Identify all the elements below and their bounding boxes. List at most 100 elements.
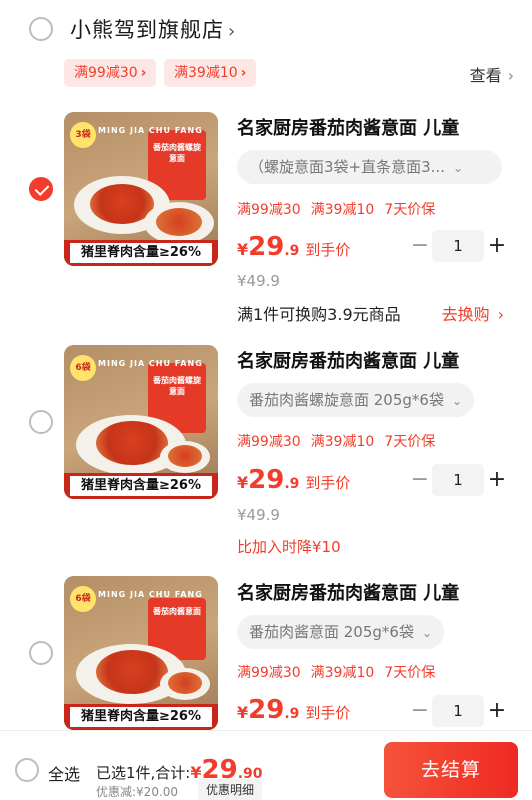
promo-tag: 满99减30	[237, 434, 301, 450]
item-select-checkbox[interactable]	[29, 641, 53, 665]
pack-count-badge: 6袋	[70, 586, 96, 612]
price-decimal: .9	[284, 706, 300, 722]
original-price: ¥49.9	[237, 272, 280, 290]
quantity-input[interactable]: 1	[432, 230, 484, 262]
product-title[interactable]: 名家厨房番茄肉酱意面 儿童	[237, 114, 459, 140]
pack-count-badge: 6袋	[70, 355, 96, 381]
chevron-right-icon: ›	[240, 65, 247, 81]
package-label: 番茄肉酱意面	[153, 607, 201, 616]
coupon-label: 满39减10	[174, 65, 238, 81]
pasta-shape	[96, 421, 168, 465]
product-image[interactable]: 番茄肉酱螺旋意面 3袋 MING JIA CHU FANG 猪里脊肉含量≥26%	[64, 112, 218, 266]
product-title[interactable]: 名家厨房番茄肉酱意面 儿童	[237, 579, 459, 605]
cart-item: 番茄肉酱意面 6袋 MING JIA CHU FANG 猪里脊肉含量≥26% 名…	[0, 568, 532, 730]
store-select-radio[interactable]	[29, 17, 53, 41]
chevron-right-icon: ›	[228, 21, 237, 42]
price-integer: 29	[248, 465, 285, 495]
product-banner-text: 猪里脊肉含量≥26%	[70, 707, 212, 727]
pasta-shape	[96, 650, 168, 694]
minus-button[interactable]: −	[410, 697, 430, 725]
redeem-offer-text: 满1件可换购3.9元商品	[237, 305, 401, 324]
spec-selector[interactable]: （螺旋意面3袋+直条意面3... ⌄	[237, 150, 502, 184]
quantity-input[interactable]: 1	[432, 695, 484, 727]
price-label: 到手价	[305, 241, 351, 259]
product-title[interactable]: 名家厨房番茄肉酱意面 儿童	[237, 347, 459, 373]
promo-tags: 满99减30 满39减10 7天价保	[237, 199, 445, 219]
chevron-down-icon: ⌄	[452, 161, 464, 175]
original-price: ¥49.9	[237, 506, 280, 524]
promo-tag: 7天价保	[384, 202, 436, 218]
package-label: 番茄肉酱螺旋意面	[153, 143, 201, 163]
product-banner-text: 猪里脊肉含量≥26%	[70, 476, 212, 496]
quantity-stepper: − 1 +	[410, 464, 510, 496]
spec-selector[interactable]: 番茄肉酱意面 205g*6袋 ⌄	[237, 615, 445, 649]
plus-button[interactable]: +	[486, 466, 508, 494]
select-all-checkbox[interactable]	[15, 758, 39, 782]
promo-tag: 7天价保	[384, 434, 436, 450]
price-currency: ¥	[237, 473, 249, 492]
promo-tag: 满39减10	[310, 202, 375, 218]
view-link-label: 查看	[469, 66, 502, 85]
brand-text: MING JIA CHU FANG	[98, 359, 203, 368]
price-decimal: .9	[284, 476, 300, 492]
coupon-label: 满99减30	[74, 65, 138, 81]
price-display: ¥29.9 到手价	[237, 465, 350, 495]
quantity-stepper: − 1 +	[410, 695, 510, 727]
promo-tag: 7天价保	[384, 665, 436, 681]
coupon-tag-39-10[interactable]: 满39减10 ›	[164, 59, 257, 87]
checkout-bar: 全选 已选1件,合计:¥29.90 优惠减:¥20.00 优惠明细 去结算	[0, 730, 532, 800]
promo-tag: 满99减30	[237, 665, 301, 681]
chevron-right-icon: ›	[497, 305, 504, 324]
spec-label: 番茄肉酱意面 205g*6袋	[249, 623, 414, 641]
package-label: 番茄肉酱螺旋意面	[153, 376, 201, 396]
price-label: 到手价	[305, 704, 351, 722]
spec-selector[interactable]: 番茄肉酱螺旋意面 205g*6袋 ⌄	[237, 383, 475, 417]
price-currency: ¥	[237, 703, 249, 722]
checkout-button[interactable]: 去结算	[384, 742, 518, 798]
product-image[interactable]: 番茄肉酱意面 6袋 MING JIA CHU FANG 猪里脊肉含量≥26%	[64, 576, 218, 730]
sauce-shape	[168, 445, 202, 467]
plus-button[interactable]: +	[486, 232, 508, 260]
store-name[interactable]: 小熊驾到旗舰店 ›	[70, 14, 236, 44]
product-image[interactable]: 番茄肉酱螺旋意面 6袋 MING JIA CHU FANG 猪里脊肉含量≥26%	[64, 345, 218, 499]
store-name-label: 小熊驾到旗舰店	[70, 18, 224, 42]
redeem-link-label: 去换购	[441, 305, 490, 324]
price-display: ¥29.9 到手价	[237, 695, 350, 725]
coupon-tag-99-30[interactable]: 满99减30 ›	[64, 59, 157, 87]
promo-tag: 满99减30	[237, 202, 301, 218]
brand-text: MING JIA CHU FANG	[98, 126, 203, 135]
item-select-checkbox[interactable]	[29, 410, 53, 434]
minus-button[interactable]: −	[410, 232, 430, 260]
price-label: 到手价	[305, 474, 351, 492]
cart-item: 番茄肉酱螺旋意面 6袋 MING JIA CHU FANG 猪里脊肉含量≥26%…	[0, 332, 532, 568]
promo-tags: 满99减30 满39减10 7天价保	[237, 431, 445, 451]
sauce-shape	[168, 672, 202, 694]
discount-detail-button[interactable]: 优惠明细	[198, 779, 263, 800]
price-integer: 29	[248, 232, 285, 262]
spec-label: （螺旋意面3袋+直条意面3...	[249, 158, 445, 176]
promo-tag: 满39减10	[310, 434, 375, 450]
chevron-right-icon: ›	[140, 65, 147, 81]
brand-text: MING JIA CHU FANG	[98, 590, 203, 599]
redeem-link[interactable]: 去换购 ›	[442, 301, 504, 325]
cart-item: 番茄肉酱螺旋意面 3袋 MING JIA CHU FANG 猪里脊肉含量≥26%…	[0, 100, 532, 332]
promo-tags: 满99减30 满39减10 7天价保	[237, 662, 445, 682]
price-currency: ¥	[237, 240, 249, 259]
product-banner-text: 猪里脊肉含量≥26%	[70, 243, 212, 263]
chevron-right-icon: ›	[507, 66, 514, 85]
quantity-stepper: − 1 +	[410, 230, 510, 262]
store-header: 小熊驾到旗舰店 › 满99减30 › 满39减10 › 查看 ›	[0, 0, 532, 100]
spec-label: 番茄肉酱螺旋意面 205g*6袋	[249, 391, 444, 409]
pack-count-badge: 3袋	[70, 122, 96, 148]
pasta-shape	[156, 208, 202, 236]
plus-button[interactable]: +	[486, 697, 508, 725]
selected-count-text: 已选1件,合计:	[96, 764, 191, 782]
quantity-input[interactable]: 1	[432, 464, 484, 496]
price-display: ¥29.9 到手价	[237, 232, 350, 262]
view-coupons-link[interactable]: 查看 ›	[470, 62, 514, 86]
chevron-down-icon: ⌄	[451, 394, 463, 408]
price-decimal: .9	[284, 243, 300, 259]
select-all-label[interactable]: 全选	[48, 761, 80, 785]
item-select-checkbox[interactable]	[29, 177, 53, 201]
minus-button[interactable]: −	[410, 466, 430, 494]
